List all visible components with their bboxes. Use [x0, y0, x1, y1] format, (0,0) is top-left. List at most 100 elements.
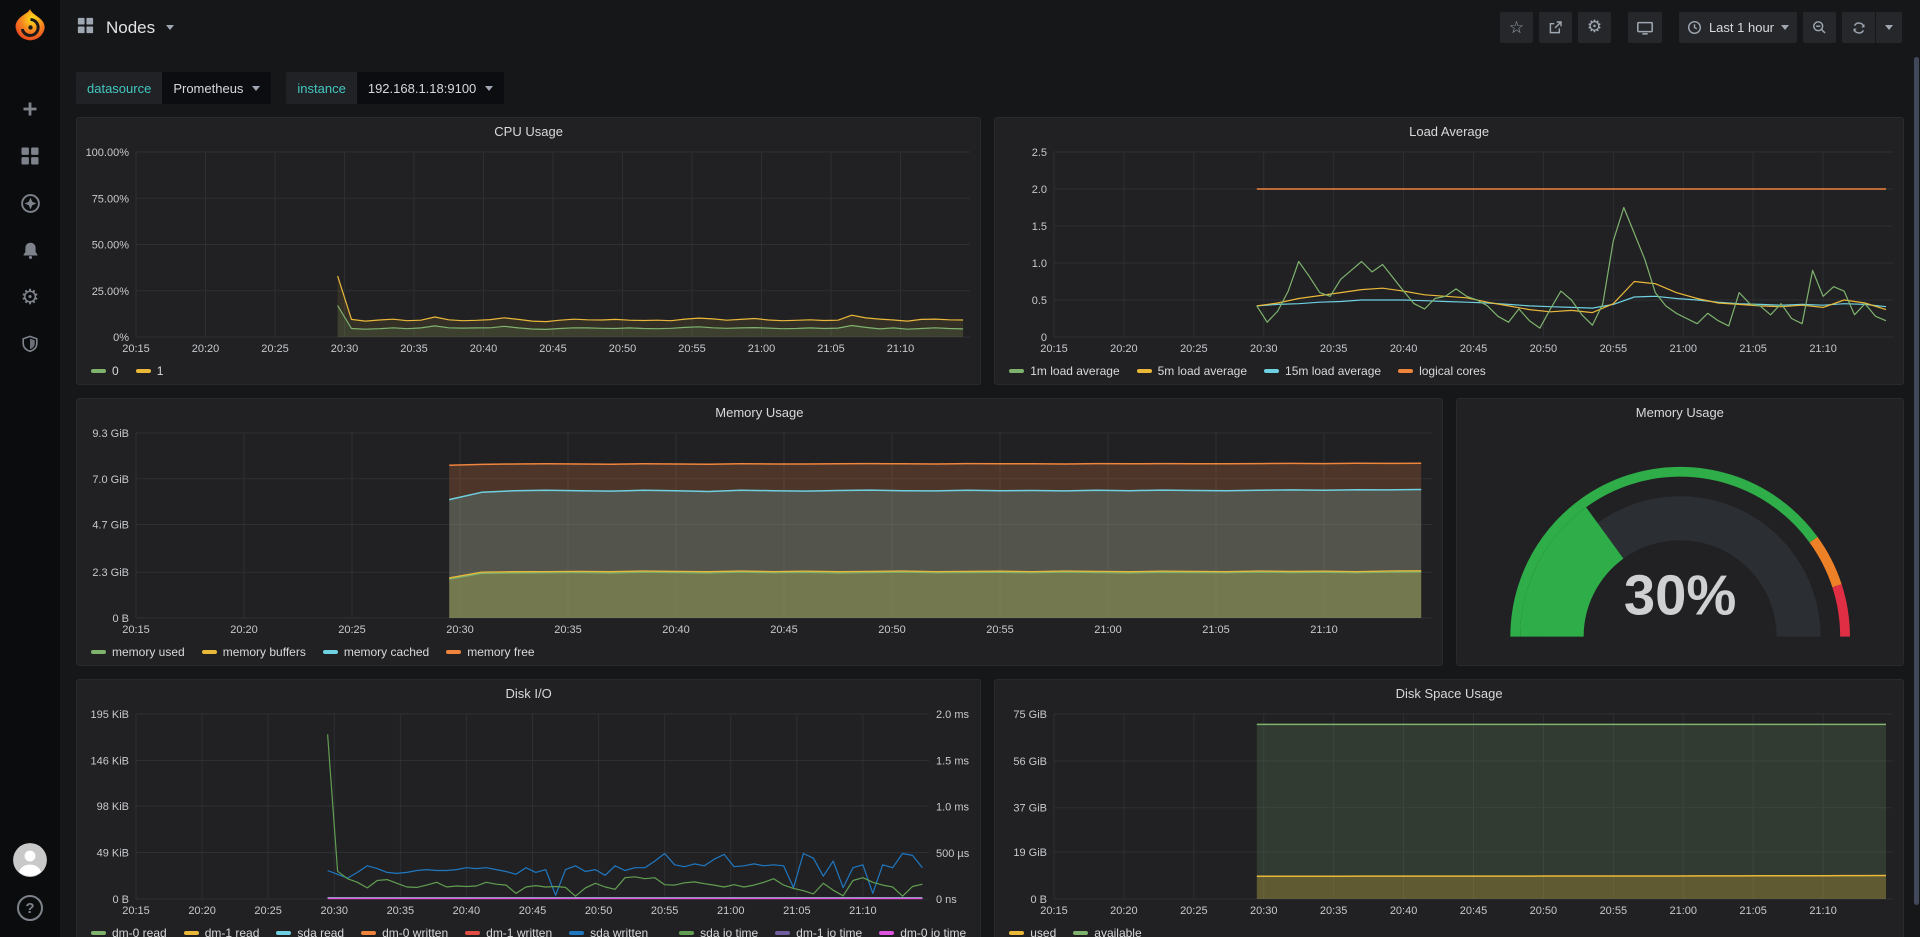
legend-item-available[interactable]: available [1073, 926, 1141, 937]
time-range-picker[interactable]: Last 1 hour [1679, 12, 1797, 43]
sidebar-item-create[interactable] [18, 97, 42, 121]
sidebar-item-dashboards[interactable] [18, 144, 42, 168]
x-tick-label: 21:05 [1202, 624, 1230, 636]
chart-canvas[interactable]: 20:1520:2020:2520:3020:3520:4020:4520:50… [999, 706, 1907, 920]
disk-space-chart[interactable]: 20:1520:2020:2520:3020:3520:4020:4520:50… [995, 706, 1903, 920]
cpu-usage-chart[interactable]: 20:1520:2020:2520:3020:3520:4020:4520:50… [77, 144, 980, 358]
legend-item-memory-free[interactable]: memory free [446, 645, 534, 659]
panel-title[interactable]: CPU Usage [77, 118, 980, 144]
legend-item-dm-1-written[interactable]: dm-1 written [465, 926, 552, 937]
legend-label: logical cores [1419, 364, 1486, 378]
memory-usage-chart[interactable]: 20:1520:2020:2520:3020:3520:4020:4520:50… [77, 425, 1442, 639]
load-average-chart[interactable]: 20:1520:2020:2520:3020:3520:4020:4520:50… [995, 144, 1903, 358]
y-tick-label: 0% [113, 332, 129, 344]
x-tick-label: 20:35 [400, 343, 428, 355]
legend-item-memory-used[interactable]: memory used [91, 645, 185, 659]
apps-grid-icon [76, 16, 95, 40]
legend-group: dm-0 read dm-1 read sda read dm-0 written dm… [91, 926, 648, 937]
chart-canvas[interactable]: 20:1520:2020:2520:3020:3520:4020:4520:50… [999, 144, 1907, 358]
x-tick-label: 21:05 [1740, 343, 1768, 355]
y-tick-label: 98 KiB [97, 801, 129, 813]
x-tick-label: 20:55 [986, 624, 1014, 636]
tv-mode-button[interactable] [1628, 12, 1662, 43]
refresh-button[interactable] [1842, 12, 1875, 43]
legend-item-sda-io-time[interactable]: sda io time [679, 926, 758, 937]
legend-swatch [1137, 369, 1152, 373]
legend-item-1[interactable]: 1 [136, 364, 164, 378]
refresh-interval-button[interactable] [1876, 12, 1902, 43]
sidebar-item-explore[interactable] [18, 191, 42, 215]
grafana-logo[interactable] [10, 7, 50, 47]
legend-item-sda-read[interactable]: sda read [276, 926, 344, 937]
legend-item-15m-load-average[interactable]: 15m load average [1264, 364, 1381, 378]
y-tick-label: 2.0 [1032, 184, 1047, 196]
y-tick-label: 2.3 GiB [92, 567, 129, 579]
legend-item-memory-buffers[interactable]: memory buffers [202, 645, 306, 659]
y-tick-label: 0 B [1031, 894, 1048, 906]
user-avatar[interactable] [13, 843, 47, 877]
series-fill-memory-used [449, 572, 1421, 618]
legend-item-dm-0-io-time[interactable]: dm-0 io time [879, 926, 966, 937]
legend-item-1m-load-average[interactable]: 1m load average [1009, 364, 1119, 378]
datasource-dropdown[interactable]: Prometheus [162, 72, 271, 104]
x-tick-label: 21:05 [817, 343, 845, 355]
y-tick-label: 37 GiB [1014, 803, 1048, 815]
chart-canvas[interactable]: 20:1520:2020:2520:3020:3520:4020:4520:50… [81, 425, 1446, 639]
x-tick-label: 21:00 [1670, 905, 1698, 917]
legend-swatch [679, 931, 694, 935]
y-tick-label: 0 B [112, 894, 129, 906]
sidebar-item-configuration[interactable]: ⚙ [18, 285, 42, 309]
dashboard-settings-button[interactable]: ⚙ [1578, 12, 1611, 43]
x-tick-label: 20:20 [192, 343, 220, 355]
legend-swatch [91, 369, 106, 373]
legend-item-dm-1-read[interactable]: dm-1 read [184, 926, 260, 937]
legend-label: memory free [467, 645, 534, 659]
x-tick-label: 20:15 [122, 624, 150, 636]
x-tick-label: 20:50 [1530, 343, 1558, 355]
y-tick-label: 4.7 GiB [92, 520, 129, 532]
y-tick-label: 0 B [112, 613, 129, 625]
panel-title[interactable]: Disk I/O [77, 680, 980, 706]
legend-label: sda written [590, 926, 648, 937]
x-tick-label: 20:40 [453, 905, 481, 917]
sidebar-item-server-admin[interactable] [18, 332, 42, 356]
legend-swatch [361, 931, 376, 935]
help-icon[interactable]: ? [17, 895, 43, 921]
panel-title[interactable]: Load Average [995, 118, 1903, 144]
dashboard-title[interactable]: Nodes [106, 18, 155, 38]
panel-title[interactable]: Disk Space Usage [995, 680, 1903, 706]
legend-label: 5m load average [1158, 364, 1247, 378]
legend-item-logical-cores[interactable]: logical cores [1398, 364, 1486, 378]
legend-item-5m-load-average[interactable]: 5m load average [1137, 364, 1247, 378]
legend-item-dm-0-read[interactable]: dm-0 read [91, 926, 167, 937]
legend-item-used[interactable]: used [1009, 926, 1056, 937]
legend-label: dm-0 written [382, 926, 448, 937]
x-tick-label: 20:45 [770, 624, 798, 636]
chart-canvas[interactable]: 20:1520:2020:2520:3020:3520:4020:4520:50… [81, 144, 984, 358]
x-tick-label: 20:50 [609, 343, 637, 355]
star-button[interactable]: ☆ [1500, 12, 1533, 43]
instance-dropdown[interactable]: 192.168.1.18:9100 [357, 72, 504, 104]
x-tick-label: 20:30 [320, 905, 348, 917]
disk-io-chart[interactable]: 20:1520:2020:2520:3020:3520:4020:4520:50… [77, 706, 980, 920]
legend-item-dm-0-written[interactable]: dm-0 written [361, 926, 448, 937]
y-tick-label: 0 [1041, 332, 1047, 344]
chart-canvas[interactable]: 20:1520:2020:2520:3020:3520:4020:4520:50… [81, 706, 984, 920]
panel-title[interactable]: Memory Usage [77, 399, 1442, 425]
legend-item-sda-written[interactable]: sda written [569, 926, 648, 937]
zoom-out-button[interactable] [1803, 12, 1836, 43]
sidebar-item-alerting[interactable] [18, 238, 42, 262]
legend-item-dm-1-io-time[interactable]: dm-1 io time [775, 926, 862, 937]
legend-item-memory-cached[interactable]: memory cached [323, 645, 429, 659]
y-tick-label: 2.5 [1032, 147, 1047, 159]
share-button[interactable] [1539, 12, 1572, 43]
legend-label: dm-1 written [486, 926, 552, 937]
dashboard-caret-icon[interactable] [166, 25, 174, 30]
y-tick-label: 7.0 GiB [92, 474, 129, 486]
y-tick-label: 56 GiB [1014, 756, 1048, 768]
legend-item-0[interactable]: 0 [91, 364, 119, 378]
panel-title[interactable]: Memory Usage [1457, 399, 1903, 425]
legend-group: 01 [91, 364, 163, 378]
scrollbar-thumb[interactable] [1914, 57, 1919, 905]
x-tick-label: 20:55 [1600, 905, 1628, 917]
